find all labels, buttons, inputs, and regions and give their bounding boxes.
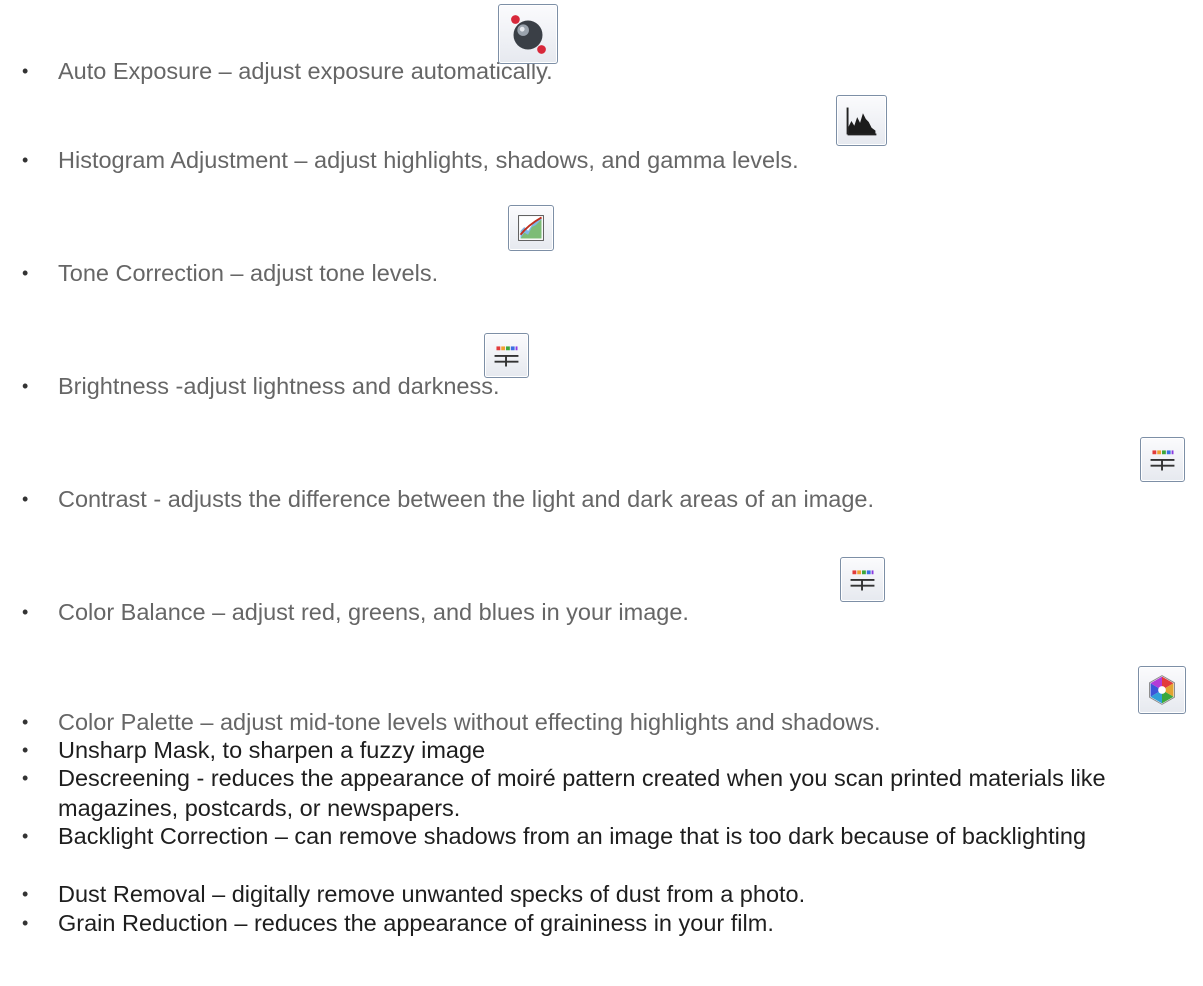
list-item-backlight-correction: • Backlight Correction – can remove shad… <box>20 821 1183 851</box>
list-item-histogram-adjustment: • Histogram Adjustment – adjust highligh… <box>20 145 1183 175</box>
list-item-text: Brightness -adjust lightness and darknes… <box>58 373 500 399</box>
list-item-unsharp-mask: • Unsharp Mask, to sharpen a fuzzy image <box>20 735 1183 765</box>
list-item-text: Color Palette – adjust mid-tone levels w… <box>58 709 881 735</box>
bullet: • <box>22 602 29 622</box>
list-item-text: Dust Removal – digitally remove unwanted… <box>58 881 806 907</box>
auto-exposure-icon <box>498 4 558 64</box>
list-item-color-balance: • Color Balance – adjust red, greens, an… <box>20 597 1183 627</box>
list-item-contrast: • Contrast - adjusts the difference betw… <box>20 484 1183 514</box>
bullet: • <box>22 740 29 760</box>
list-item-text: Tone Correction – adjust tone levels. <box>58 260 439 286</box>
list-item-text: Descreening - reduces the appearance of … <box>58 765 1106 821</box>
bullet: • <box>22 768 29 788</box>
bullet: • <box>22 913 29 933</box>
tone-correction-icon <box>508 205 554 251</box>
list-item-text: Auto Exposure – adjust exposure automati… <box>58 58 553 84</box>
list-item-text: Contrast - adjusts the difference betwee… <box>58 486 875 512</box>
bullet: • <box>22 61 29 81</box>
list-item-dust-removal: • Dust Removal – digitally remove unwant… <box>20 879 1183 909</box>
bullet: • <box>22 489 29 509</box>
bullet: • <box>22 150 29 170</box>
list-item-text: Unsharp Mask, to sharpen a fuzzy image <box>58 737 486 763</box>
list-item-descreening: • Descreening - reduces the appearance o… <box>20 763 1183 823</box>
list-item-color-palette: • Color Palette – adjust mid-tone levels… <box>20 707 1183 737</box>
list-item-auto-exposure: • Auto Exposure – adjust exposure automa… <box>20 56 1183 86</box>
list-item-text: Grain Reduction – reduces the appearance… <box>58 910 774 936</box>
histogram-icon <box>836 95 887 146</box>
bullet: • <box>22 884 29 904</box>
list-item-tone-correction: • Tone Correction – adjust tone levels. <box>20 258 1183 288</box>
bullet: • <box>22 712 29 732</box>
bullet: • <box>22 826 29 846</box>
color-palette-icon <box>1138 666 1186 714</box>
list-item-grain-reduction: • Grain Reduction – reduces the appearan… <box>20 908 1183 938</box>
list-item-text: Backlight Correction – can remove shadow… <box>58 823 1087 849</box>
image-adjustment-icon <box>1140 437 1185 482</box>
image-adjustment-icon <box>484 333 529 378</box>
list-item-text: Histogram Adjustment – adjust highlights… <box>58 147 799 173</box>
list-item-brightness: • Brightness -adjust lightness and darkn… <box>20 371 1183 401</box>
bullet: • <box>22 376 29 396</box>
document-page: • Auto Exposure – adjust exposure automa… <box>0 0 1203 986</box>
list-item-text: Color Balance – adjust red, greens, and … <box>58 599 689 625</box>
bullet: • <box>22 263 29 283</box>
image-adjustment-icon <box>840 557 885 602</box>
